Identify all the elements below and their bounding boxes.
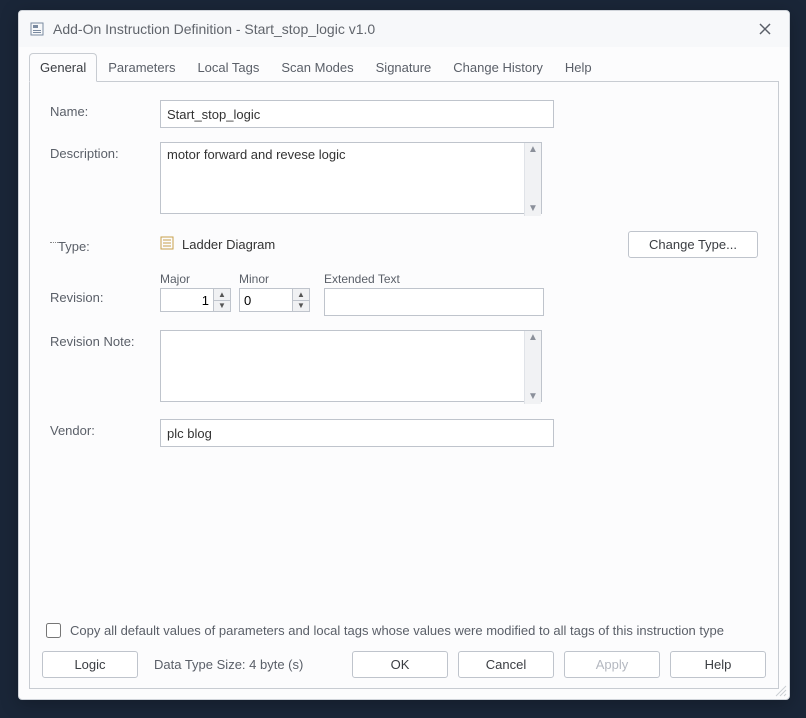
major-spinner[interactable]: ▲ ▼: [160, 288, 231, 312]
extended-text-input[interactable]: [324, 288, 544, 316]
logic-button[interactable]: Logic: [42, 651, 138, 678]
app-icon: [29, 21, 45, 37]
revision-note-textarea[interactable]: [160, 330, 542, 402]
tab-strip: General Parameters Local Tags Scan Modes…: [19, 47, 789, 82]
major-spin-down-icon[interactable]: ▼: [214, 301, 230, 312]
minor-spinner[interactable]: ▲ ▼: [239, 288, 310, 312]
scroll-up-icon[interactable]: ▲: [528, 331, 538, 345]
tab-scan-modes[interactable]: Scan Modes: [270, 53, 364, 82]
close-button[interactable]: [751, 15, 779, 43]
description-textarea[interactable]: [160, 142, 542, 214]
minor-spin-down-icon[interactable]: ▼: [293, 301, 309, 312]
minor-spin-up-icon[interactable]: ▲: [293, 289, 309, 301]
minor-label: Minor: [239, 272, 310, 286]
revision-label: Revision:: [50, 272, 160, 305]
help-button[interactable]: Help: [670, 651, 766, 678]
scroll-up-icon[interactable]: ▲: [528, 143, 538, 157]
major-spin-up-icon[interactable]: ▲: [214, 289, 230, 301]
type-value: Ladder Diagram: [182, 237, 275, 252]
data-type-size-label: Data Type Size: 4 byte (s): [154, 657, 303, 672]
resize-grip-icon[interactable]: [773, 683, 787, 697]
tab-local-tags[interactable]: Local Tags: [186, 53, 270, 82]
tab-general[interactable]: General: [29, 53, 97, 82]
ok-button[interactable]: OK: [352, 651, 448, 678]
copy-defaults-checkbox[interactable]: [46, 623, 61, 638]
copy-defaults-label: Copy all default values of parameters an…: [70, 623, 724, 638]
tab-help[interactable]: Help: [554, 53, 603, 82]
titlebar: Add-On Instruction Definition - Start_st…: [19, 11, 789, 47]
extended-text-label: Extended Text: [324, 272, 544, 286]
description-label: Description:: [50, 142, 160, 161]
scroll-down-icon[interactable]: ▼: [528, 202, 538, 216]
name-label: Name:: [50, 100, 160, 119]
minor-input[interactable]: [240, 289, 292, 311]
cancel-button[interactable]: Cancel: [458, 651, 554, 678]
tab-change-history[interactable]: Change History: [442, 53, 554, 82]
vendor-label: Vendor:: [50, 419, 160, 438]
apply-button[interactable]: Apply: [564, 651, 660, 678]
ladder-diagram-icon: [160, 236, 174, 253]
type-label: Type:: [50, 235, 160, 254]
tab-signature[interactable]: Signature: [365, 53, 443, 82]
name-input[interactable]: [160, 100, 554, 128]
tab-panel-general: Name: Description: ▲ ▼ Type: Ladder Diag…: [29, 81, 779, 689]
major-label: Major: [160, 272, 231, 286]
major-input[interactable]: [161, 289, 213, 311]
dialog-window: Add-On Instruction Definition - Start_st…: [18, 10, 790, 700]
revision-note-label: Revision Note:: [50, 330, 160, 349]
vendor-input[interactable]: [160, 419, 554, 447]
window-title: Add-On Instruction Definition - Start_st…: [53, 21, 751, 37]
tab-parameters[interactable]: Parameters: [97, 53, 186, 82]
scroll-down-icon[interactable]: ▼: [528, 390, 538, 404]
revision-note-scrollbar[interactable]: ▲ ▼: [524, 331, 541, 404]
change-type-button[interactable]: Change Type...: [628, 231, 758, 258]
description-scrollbar[interactable]: ▲ ▼: [524, 143, 541, 216]
